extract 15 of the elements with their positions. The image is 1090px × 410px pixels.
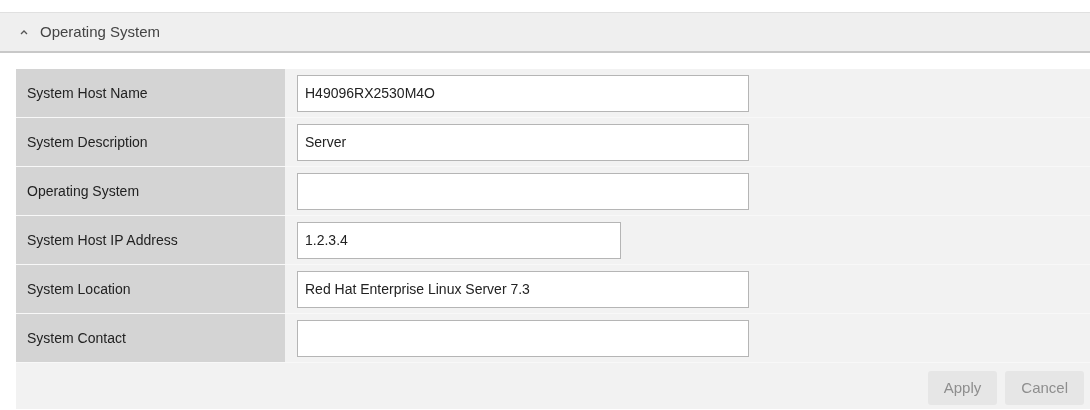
text-field[interactable]: Red Hat Enterprise Linux Server 7.3 xyxy=(297,270,749,308)
field-label: Operating System xyxy=(16,167,285,215)
field-label: System Description xyxy=(16,118,285,166)
text-field[interactable] xyxy=(297,319,749,357)
field-label: System Host Name xyxy=(16,69,285,117)
text-field[interactable]: Server xyxy=(297,123,749,161)
section-header[interactable]: Operating System xyxy=(0,12,1090,53)
field-label: System Host IP Address xyxy=(16,216,285,264)
section-title: Operating System xyxy=(40,21,161,42)
text-field[interactable]: H49096RX2530M4O xyxy=(297,74,749,112)
text-field[interactable]: 1.2.3.4 xyxy=(297,221,621,259)
chevron-icon xyxy=(20,29,28,35)
field-label: System Location xyxy=(16,265,285,313)
text-field[interactable] xyxy=(297,172,749,210)
field-label: System Contact xyxy=(16,314,285,362)
